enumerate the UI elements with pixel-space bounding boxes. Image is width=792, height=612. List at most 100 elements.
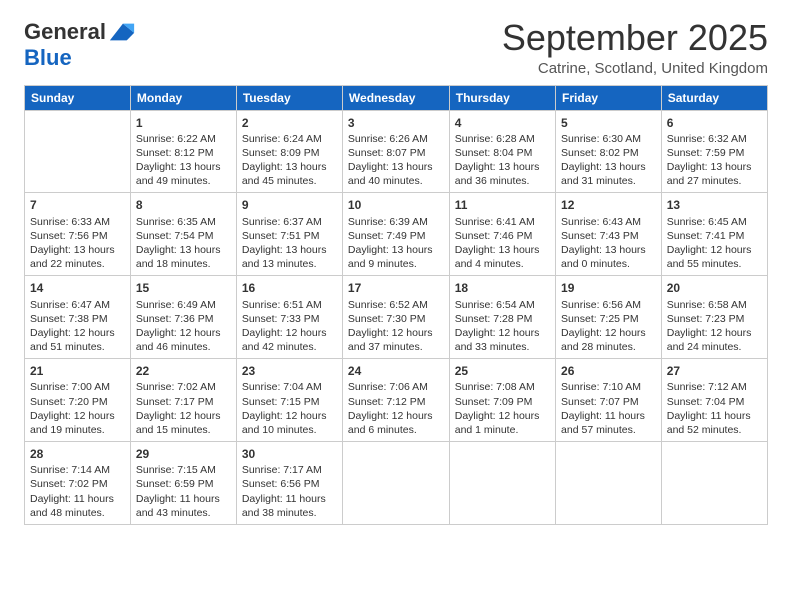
table-row: 27Sunrise: 7:12 AM Sunset: 7:04 PM Dayli… — [661, 359, 767, 442]
day-number: 7 — [30, 197, 125, 213]
day-info: Sunrise: 6:33 AM Sunset: 7:56 PM Dayligh… — [30, 215, 125, 272]
logo-general-text: General — [24, 20, 106, 44]
table-row: 3Sunrise: 6:26 AM Sunset: 8:07 PM Daylig… — [342, 110, 449, 193]
calendar-week-row: 14Sunrise: 6:47 AM Sunset: 7:38 PM Dayli… — [25, 276, 768, 359]
day-info: Sunrise: 7:10 AM Sunset: 7:07 PM Dayligh… — [561, 380, 656, 437]
calendar-week-row: 7 Sunrise: 6:33 AM Sunset: 7:56 PM Daylig… — [25, 193, 768, 276]
location: Catrine, Scotland, United Kingdom — [502, 60, 768, 77]
day-info: Sunrise: 6:30 AM Sunset: 8:02 PM Dayligh… — [561, 132, 656, 189]
day-info: Sunrise: 7:06 AM Sunset: 7:12 PM Dayligh… — [348, 380, 444, 437]
table-row: 18 Sunrise: 6:54 AM Sunset: 7:28 PM Dayli… — [449, 276, 555, 359]
day-info: Sunrise: 6:24 AM Sunset: 8:09 PM Dayligh… — [242, 132, 337, 189]
day-info: Sunrise: 6:32 AM Sunset: 7:59 PM Dayligh… — [667, 132, 762, 189]
table-row: 13Sunrise: 6:45 AM Sunset: 7:41 PM Dayli… — [661, 193, 767, 276]
day-info: Sunrise: 6:37 AM Sunset: 7:51 PM Dayligh… — [242, 215, 337, 272]
day-number: 6 — [667, 115, 762, 131]
day-number: 12 — [561, 197, 656, 213]
table-row: 14Sunrise: 6:47 AM Sunset: 7:38 PM Dayli… — [25, 276, 131, 359]
day-number: 30 — [242, 446, 337, 462]
day-number: 24 — [348, 363, 444, 379]
day-number: 27 — [667, 363, 762, 379]
table-row: 8Sunrise: 6:35 AM Sunset: 7:54 PM Daylig… — [130, 193, 236, 276]
day-number: 22 — [136, 363, 231, 379]
day-number: 21 — [30, 363, 125, 379]
table-row: 12 Sunrise: 6:43 AM Sunset: 7:43 PM Dayli… — [556, 193, 662, 276]
header: General Blue September 2025 Catrine, Sco… — [24, 18, 768, 77]
table-row: 26Sunrise: 7:10 AM Sunset: 7:07 PM Dayli… — [556, 359, 662, 442]
month-title: September 2025 — [502, 18, 768, 58]
day-number: 25 — [455, 363, 550, 379]
table-row: 5Sunrise: 6:30 AM Sunset: 8:02 PM Daylig… — [556, 110, 662, 193]
table-row: 11Sunrise: 6:41 AM Sunset: 7:46 PM Dayli… — [449, 193, 555, 276]
table-row — [661, 442, 767, 525]
day-number: 16 — [242, 280, 337, 296]
day-info: Sunrise: 7:02 AM Sunset: 7:17 PM Dayligh… — [136, 380, 231, 437]
table-row: 22Sunrise: 7:02 AM Sunset: 7:17 PM Dayli… — [130, 359, 236, 442]
table-row — [25, 110, 131, 193]
col-tuesday: Tuesday — [236, 85, 342, 110]
day-info: Sunrise: 6:52 AM Sunset: 7:30 PM Dayligh… — [348, 298, 444, 355]
day-number: 15 — [136, 280, 231, 296]
day-info: Sunrise: 6:58 AM Sunset: 7:23 PM Dayligh… — [667, 298, 762, 355]
day-number: 20 — [667, 280, 762, 296]
table-row — [342, 442, 449, 525]
table-row: 30Sunrise: 7:17 AM Sunset: 6:56 PM Dayli… — [236, 442, 342, 525]
day-number: 11 — [455, 197, 550, 213]
day-number: 26 — [561, 363, 656, 379]
table-row: 6Sunrise: 6:32 AM Sunset: 7:59 PM Daylig… — [661, 110, 767, 193]
day-info: Sunrise: 6:22 AM Sunset: 8:12 PM Dayligh… — [136, 132, 231, 189]
calendar-table: Sunday Monday Tuesday Wednesday Thursday… — [24, 85, 768, 525]
table-row: 2Sunrise: 6:24 AM Sunset: 8:09 PM Daylig… — [236, 110, 342, 193]
day-number: 2 — [242, 115, 337, 131]
day-info: Sunrise: 6:56 AM Sunset: 7:25 PM Dayligh… — [561, 298, 656, 355]
calendar-week-row: 21Sunrise: 7:00 AM Sunset: 7:20 PM Dayli… — [25, 359, 768, 442]
table-row — [556, 442, 662, 525]
title-block: September 2025 Catrine, Scotland, United… — [502, 18, 768, 77]
table-row: 9 Sunrise: 6:37 AM Sunset: 7:51 PM Daylig… — [236, 193, 342, 276]
table-row: 4Sunrise: 6:28 AM Sunset: 8:04 PM Daylig… — [449, 110, 555, 193]
day-info: Sunrise: 7:12 AM Sunset: 7:04 PM Dayligh… — [667, 380, 762, 437]
table-row — [449, 442, 555, 525]
day-info: Sunrise: 6:47 AM Sunset: 7:38 PM Dayligh… — [30, 298, 125, 355]
table-row: 24Sunrise: 7:06 AM Sunset: 7:12 PM Dayli… — [342, 359, 449, 442]
day-number: 19 — [561, 280, 656, 296]
table-row: 25Sunrise: 7:08 AM Sunset: 7:09 PM Dayli… — [449, 359, 555, 442]
day-number: 28 — [30, 446, 125, 462]
day-info: Sunrise: 6:28 AM Sunset: 8:04 PM Dayligh… — [455, 132, 550, 189]
col-friday: Friday — [556, 85, 662, 110]
day-info: Sunrise: 7:08 AM Sunset: 7:09 PM Dayligh… — [455, 380, 550, 437]
table-row: 23Sunrise: 7:04 AM Sunset: 7:15 PM Dayli… — [236, 359, 342, 442]
table-row: 10 Sunrise: 6:39 AM Sunset: 7:49 PM Dayli… — [342, 193, 449, 276]
day-number: 29 — [136, 446, 231, 462]
day-info: Sunrise: 6:49 AM Sunset: 7:36 PM Dayligh… — [136, 298, 231, 355]
table-row: 16 Sunrise: 6:51 AM Sunset: 7:33 PM Dayli… — [236, 276, 342, 359]
day-info: Sunrise: 6:26 AM Sunset: 8:07 PM Dayligh… — [348, 132, 444, 189]
day-info: Sunrise: 6:43 AM Sunset: 7:43 PM Dayligh… — [561, 215, 656, 272]
day-info: Sunrise: 7:00 AM Sunset: 7:20 PM Dayligh… — [30, 380, 125, 437]
col-thursday: Thursday — [449, 85, 555, 110]
col-monday: Monday — [130, 85, 236, 110]
table-row: 15 Sunrise: 6:49 AM Sunset: 7:36 PM Dayli… — [130, 276, 236, 359]
day-number: 1 — [136, 115, 231, 131]
day-info: Sunrise: 6:39 AM Sunset: 7:49 PM Dayligh… — [348, 215, 444, 272]
table-row: 21Sunrise: 7:00 AM Sunset: 7:20 PM Dayli… — [25, 359, 131, 442]
logo-icon — [108, 18, 136, 46]
day-info: Sunrise: 7:14 AM Sunset: 7:02 PM Dayligh… — [30, 463, 125, 520]
table-row: 20 Sunrise: 6:58 AM Sunset: 7:23 PM Dayli… — [661, 276, 767, 359]
day-number: 10 — [348, 197, 444, 213]
col-wednesday: Wednesday — [342, 85, 449, 110]
day-number: 9 — [242, 197, 337, 213]
logo-blue-text: Blue — [24, 45, 72, 70]
col-saturday: Saturday — [661, 85, 767, 110]
day-info: Sunrise: 6:35 AM Sunset: 7:54 PM Dayligh… — [136, 215, 231, 272]
calendar-header-row: Sunday Monday Tuesday Wednesday Thursday… — [25, 85, 768, 110]
day-info: Sunrise: 6:51 AM Sunset: 7:33 PM Dayligh… — [242, 298, 337, 355]
day-info: Sunrise: 6:54 AM Sunset: 7:28 PM Dayligh… — [455, 298, 550, 355]
table-row: 19 Sunrise: 6:56 AM Sunset: 7:25 PM Dayli… — [556, 276, 662, 359]
day-number: 18 — [455, 280, 550, 296]
day-number: 13 — [667, 197, 762, 213]
day-info: Sunrise: 7:15 AM Sunset: 6:59 PM Dayligh… — [136, 463, 231, 520]
logo: General Blue — [24, 18, 136, 70]
table-row: 1Sunrise: 6:22 AM Sunset: 8:12 PM Daylig… — [130, 110, 236, 193]
day-info: Sunrise: 7:04 AM Sunset: 7:15 PM Dayligh… — [242, 380, 337, 437]
